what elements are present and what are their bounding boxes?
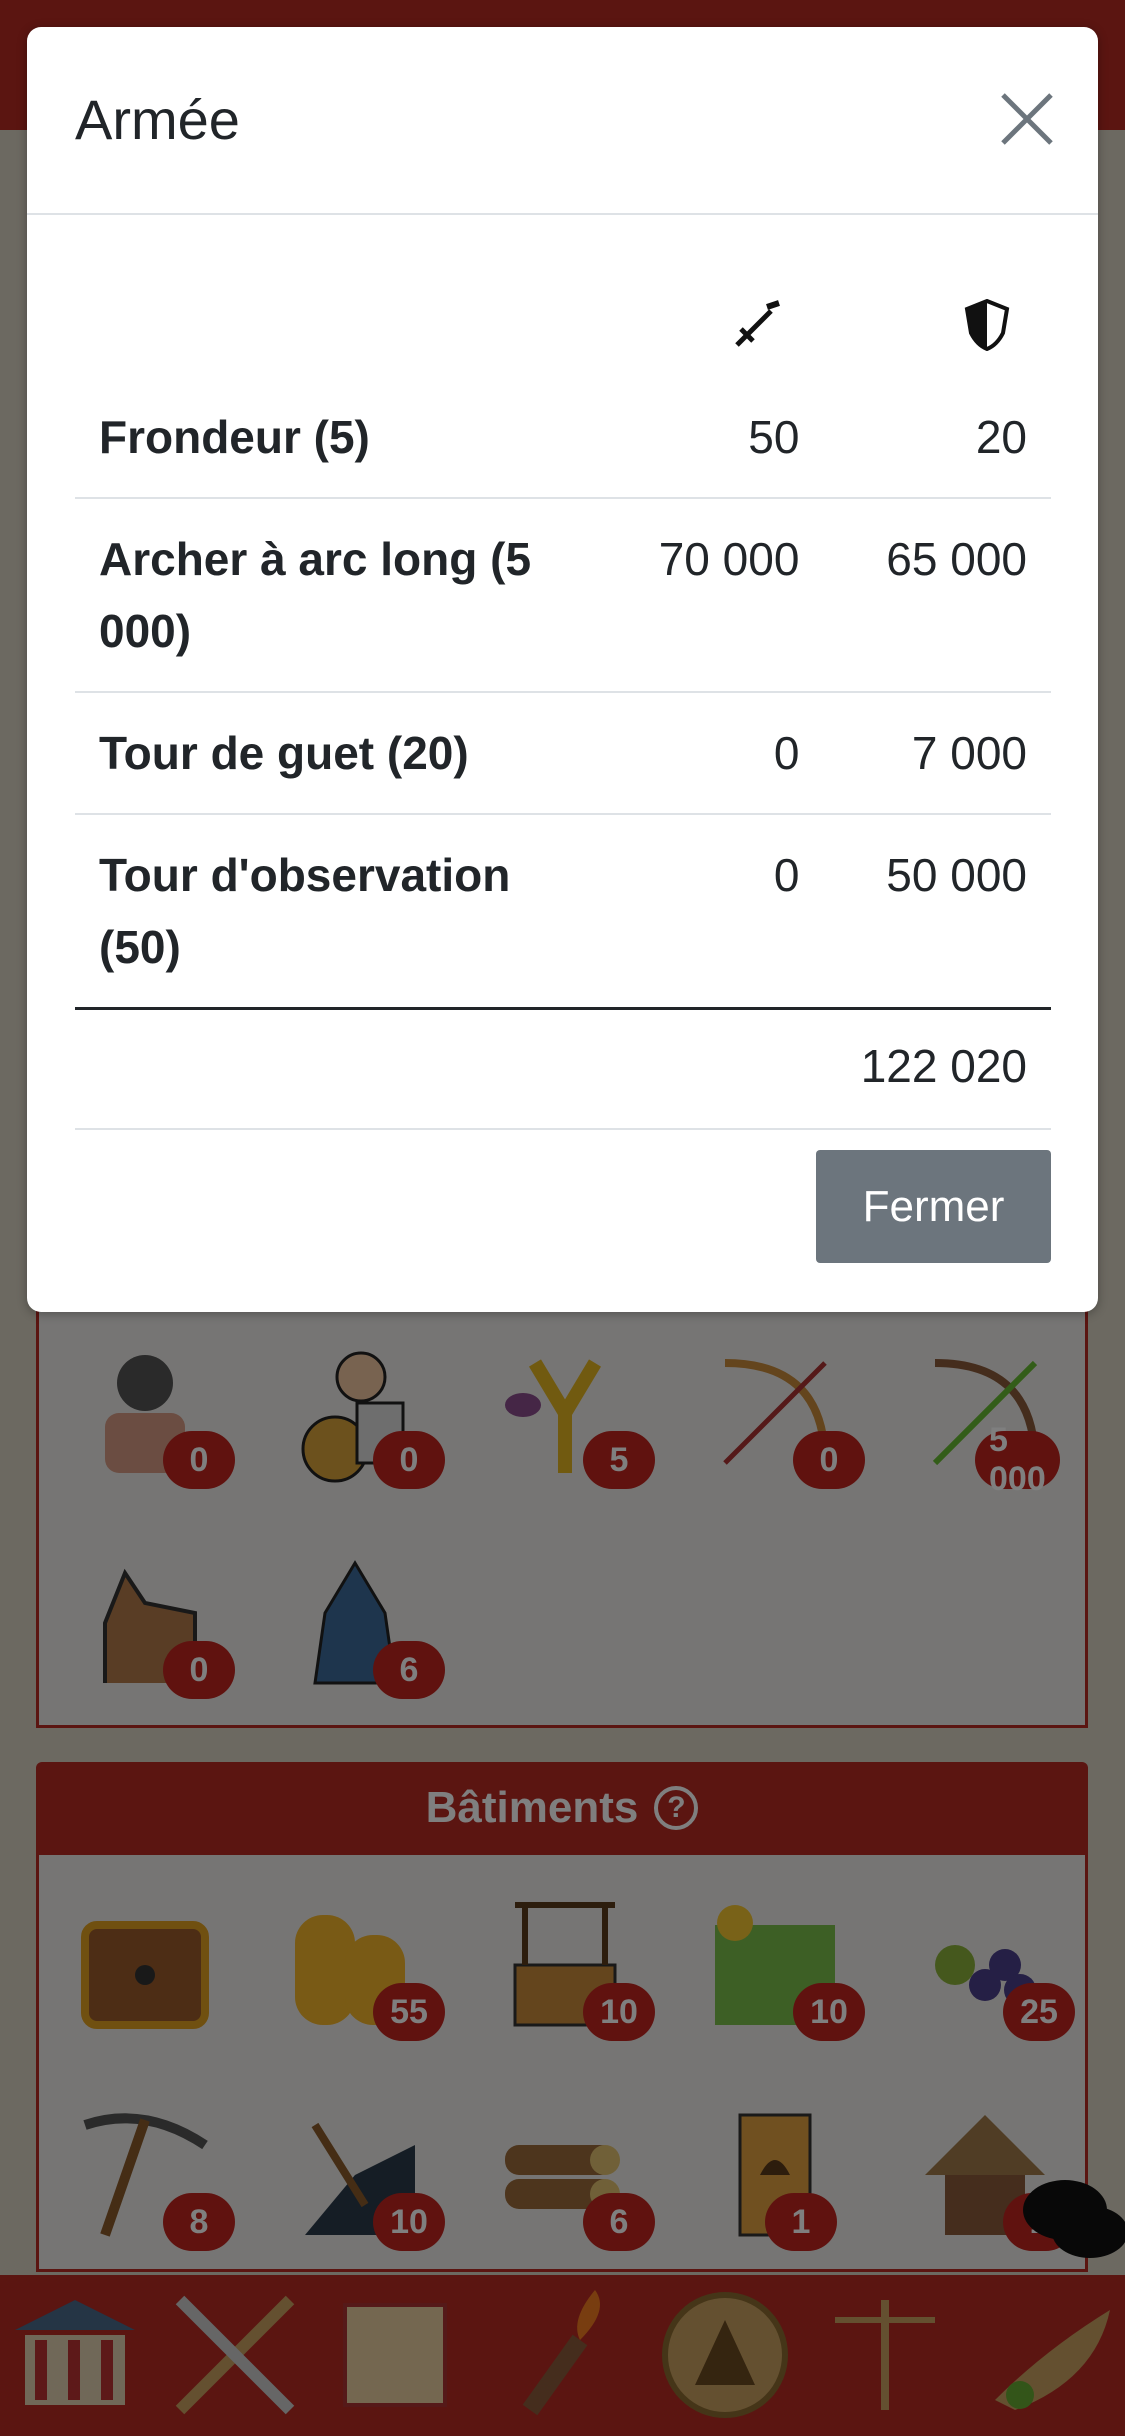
defense-value: 50 000 xyxy=(823,814,1051,1010)
army-modal: Armée Frondeur (5) 50 20 Archer à arc lo… xyxy=(27,27,1098,1312)
unit-name: Tour d'observation (50) xyxy=(75,814,623,1010)
defense-column-header xyxy=(823,283,1051,377)
attack-value: 50 xyxy=(623,377,824,499)
table-row: Frondeur (5) 50 20 xyxy=(75,377,1051,499)
shield-icon xyxy=(963,298,1011,361)
sword-icon xyxy=(731,299,783,361)
close-button[interactable]: Fermer xyxy=(816,1150,1051,1263)
unit-name: Frondeur (5) xyxy=(75,377,623,499)
attack-value: 0 xyxy=(623,692,824,815)
defense-value: 7 000 xyxy=(823,692,1051,815)
unit-name: Archer à arc long (5 000) xyxy=(75,498,623,693)
attack-value: 0 xyxy=(623,814,824,1010)
table-row: Tour de guet (20) 0 7 000 xyxy=(75,692,1051,815)
defense-value: 65 000 xyxy=(823,498,1051,693)
total-defense-value: 122 020 xyxy=(823,1008,1051,1130)
modal-title: Armée xyxy=(75,88,240,151)
unit-name: Tour de guet (20) xyxy=(75,692,623,815)
close-icon[interactable] xyxy=(995,87,1059,151)
army-table: Frondeur (5) 50 20 Archer à arc long (5 … xyxy=(75,283,1051,1130)
defense-value: 20 xyxy=(823,377,1051,499)
table-row: Tour d'observation (50) 0 50 000 xyxy=(75,814,1051,1010)
total-row: 122 020 xyxy=(75,1008,1051,1130)
table-row: Archer à arc long (5 000) 70 000 65 000 xyxy=(75,498,1051,693)
attack-column-header xyxy=(623,283,823,377)
modal-header: Armée xyxy=(27,27,1098,215)
attack-value: 70 000 xyxy=(623,498,824,693)
